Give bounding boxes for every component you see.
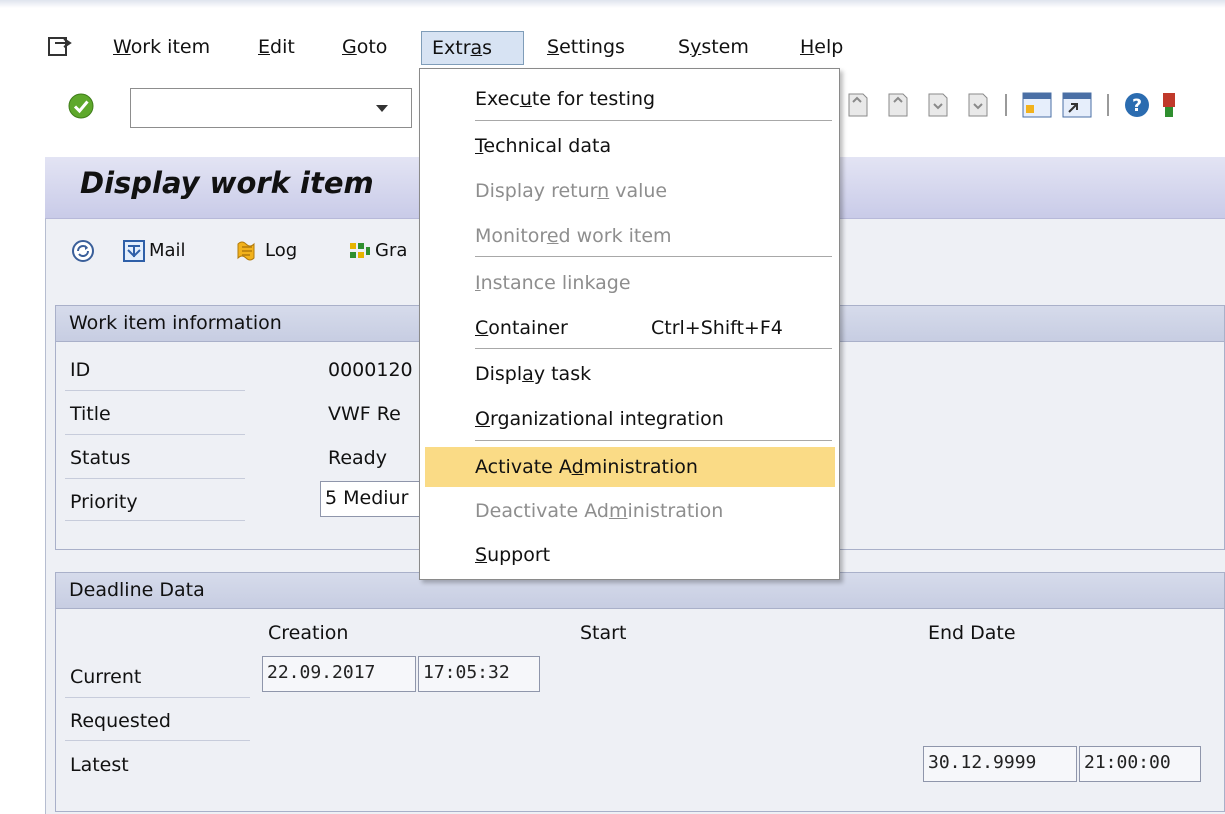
requested-label: Requested: [70, 710, 171, 732]
menu-separator: [475, 256, 832, 258]
mail-icon: [123, 240, 145, 262]
end-date-column-header: End Date: [928, 622, 1016, 644]
menu-item-deactivate-administration: Deactivate Administration: [475, 500, 724, 522]
page-first-icon[interactable]: [848, 93, 868, 117]
menu-separator: [475, 348, 832, 350]
page-previous-icon[interactable]: [888, 93, 908, 117]
creation-column-header: Creation: [268, 622, 349, 644]
latest-end-time-field[interactable]: 21:00:00: [1079, 746, 1201, 782]
row-divider: [65, 697, 250, 698]
page-title: Display work item: [80, 166, 374, 200]
menu-system[interactable]: System: [668, 31, 759, 65]
menu-help[interactable]: Help: [790, 31, 853, 65]
create-session-icon[interactable]: [1022, 92, 1052, 118]
start-column-header: Start: [580, 622, 627, 644]
refresh-icon: [72, 240, 94, 262]
menu-exit-icon[interactable]: [46, 34, 72, 60]
extras-dropdown-menu: Execute for testing Technical data Displ…: [419, 68, 840, 580]
menu-item-execute-for-testing[interactable]: Execute for testing: [425, 81, 835, 117]
current-creation-date-field[interactable]: 22.09.2017: [262, 656, 416, 692]
menu-item-instance-linkage: Instance linkage: [475, 272, 631, 294]
current-creation-time-field[interactable]: 17:05:32: [418, 656, 540, 692]
chevron-down-icon[interactable]: [372, 96, 392, 120]
refresh-button[interactable]: [70, 236, 99, 266]
menu-item-display-return-value: Display return value: [475, 180, 668, 202]
priority-field[interactable]: 5 Mediur: [320, 481, 425, 517]
row-divider: [65, 520, 245, 521]
svg-text:?: ?: [1132, 96, 1142, 116]
row-divider: [65, 478, 245, 479]
row-divider: [65, 740, 250, 741]
menu-item-organizational-integration[interactable]: Organizational integration: [425, 401, 835, 437]
status-label: Status: [70, 447, 131, 469]
menu-edit[interactable]: Edit: [248, 31, 305, 65]
menu-goto[interactable]: Goto: [332, 31, 397, 65]
toolbar-icon-strip: ?: [848, 92, 1175, 118]
title-label: Title: [70, 403, 111, 425]
window-top-edge: [0, 0, 1225, 8]
page-last-icon[interactable]: [968, 93, 988, 117]
menu-work-item[interactable]: Work item: [103, 31, 220, 65]
id-label: ID: [70, 359, 91, 381]
graphic-button[interactable]: Gra: [348, 236, 418, 266]
latest-end-date-field[interactable]: 30.12.9999: [923, 746, 1077, 782]
log-button[interactable]: Log: [234, 236, 297, 266]
page-next-icon[interactable]: [928, 93, 948, 117]
menu-bar: Work item Edit Goto Extras Settings Syst…: [0, 0, 1225, 74]
create-shortcut-icon[interactable]: [1062, 92, 1092, 118]
status-value: Ready: [328, 447, 387, 469]
menu-settings[interactable]: Settings: [537, 31, 635, 65]
log-label: Log: [265, 240, 298, 261]
title-value: VWF Re: [328, 403, 401, 425]
menu-item-display-task[interactable]: Display task: [425, 356, 835, 392]
current-label: Current: [70, 666, 142, 688]
enter-checkmark-icon[interactable]: [68, 93, 94, 119]
menu-item-activate-administration[interactable]: Activate Administration: [425, 447, 835, 487]
mail-button[interactable]: Mail: [122, 236, 186, 266]
command-field[interactable]: [130, 88, 412, 128]
graphic-label: Gra: [375, 240, 408, 261]
menu-item-monitored-work-item: Monitored work item: [475, 225, 672, 247]
customize-layout-icon[interactable]: [1163, 93, 1175, 117]
log-icon: [237, 241, 255, 261]
menu-item-support[interactable]: Support: [425, 537, 835, 573]
help-icon[interactable]: ?: [1125, 93, 1149, 117]
menu-separator: [475, 440, 832, 442]
menu-extras[interactable]: Extras: [421, 31, 524, 65]
container-shortcut: Ctrl+Shift+F4: [651, 317, 783, 339]
menu-separator: [475, 120, 832, 122]
latest-label: Latest: [70, 754, 129, 776]
priority-label: Priority: [70, 491, 138, 513]
id-value: 0000120: [328, 359, 413, 381]
row-divider: [65, 434, 245, 435]
row-divider: [65, 390, 245, 391]
mail-label: Mail: [149, 240, 186, 261]
menu-item-container[interactable]: Container Ctrl+Shift+F4: [425, 310, 835, 346]
menu-item-technical-data[interactable]: Technical data: [425, 128, 835, 164]
graphic-icon: [350, 243, 370, 258]
